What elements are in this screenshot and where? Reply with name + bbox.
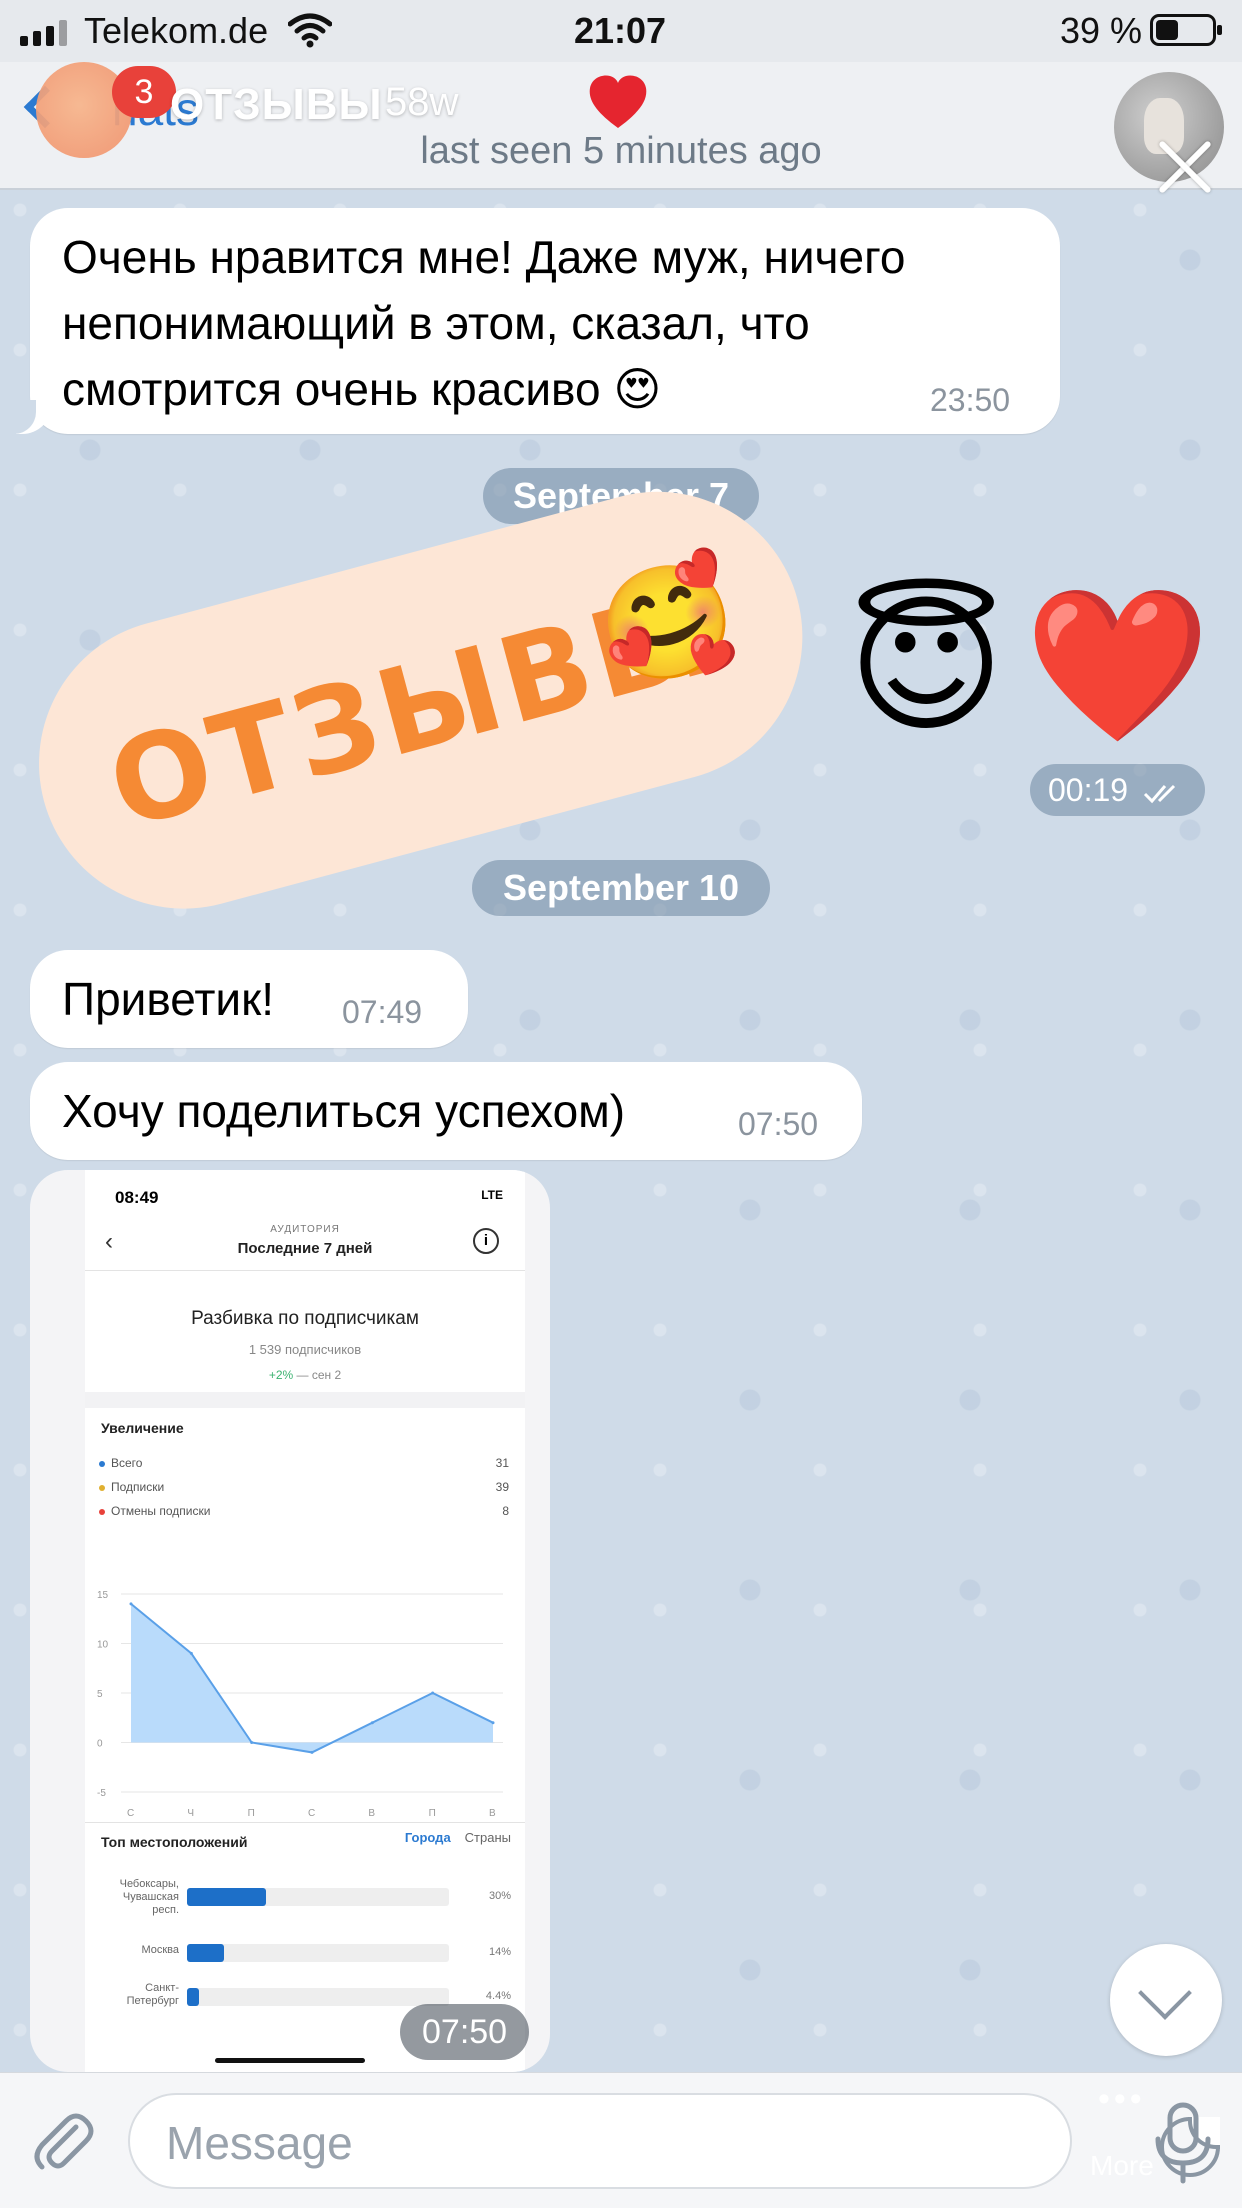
legend-row: Всего 31: [99, 1456, 509, 1470]
chart-point: [431, 1691, 435, 1695]
message-time: 23:50: [930, 382, 1011, 418]
chart-x-tick: В: [368, 1808, 375, 1819]
more-dots-icon[interactable]: •••: [1098, 2080, 1146, 2119]
growth-title: Увеличение: [101, 1420, 184, 1436]
message-time: 07:50: [738, 1106, 819, 1142]
phone-caption: АУДИТОРИЯ: [270, 1224, 340, 1235]
followers-delta: +2% — сен 2: [268, 1368, 342, 1382]
halo-emoji[interactable]: 😇: [848, 590, 1004, 740]
message-text: Приветик!: [62, 973, 274, 1025]
chart-x-tick: П: [429, 1808, 436, 1819]
scroll-down-button[interactable]: [1110, 1944, 1222, 2056]
location-row: Чебоксары, Чувашская респ. 30%: [119, 1878, 511, 1916]
wifi-icon: [287, 12, 333, 57]
chart-x-tick: П: [248, 1808, 255, 1819]
chart-y-tick: 15: [97, 1590, 109, 1601]
chart-x-tick: Ч: [187, 1808, 194, 1819]
analytics-screenshot: 08:49 LTE ‹ АУДИТОРИЯ Последние 7 дней i…: [85, 1170, 525, 2072]
locations-title: Топ местоположений: [101, 1834, 248, 1850]
message-field[interactable]: [128, 2093, 1220, 2189]
message-bubble[interactable]: Хочу поделиться успехом) 07:50: [30, 1062, 862, 1160]
chart-point: [129, 1602, 133, 1606]
locations-tabs: Города Страны: [405, 1830, 511, 1845]
home-indicator: [215, 2058, 365, 2063]
heart-emoji[interactable]: ❤️: [1024, 590, 1211, 740]
info-icon: i: [473, 1228, 499, 1254]
chart-x-tick: С: [127, 1808, 134, 1819]
message-bubble[interactable]: Очень нравится мне! Даже муж, ничего неп…: [8, 208, 1060, 434]
chat-header: hats 3 ОТЗЫВЫ 58w last seen 5 minutes ag…: [0, 62, 1242, 190]
chart-x-tick: С: [308, 1808, 315, 1819]
legend-dot: [99, 1508, 105, 1515]
chart-area: [131, 1603, 493, 1753]
location-row: Москва 14%: [99, 1938, 511, 1978]
heart-icon: [586, 72, 650, 137]
unread-badge: 3: [112, 66, 176, 118]
battery-icon: [1150, 14, 1222, 46]
phone-status-network: LTE: [481, 1188, 503, 1202]
status-time: 21:07: [574, 10, 667, 51]
chart-y-tick: 0: [97, 1739, 103, 1750]
followers-count: 1 539 подписчиков: [248, 1342, 362, 1357]
attach-icon[interactable]: [28, 2107, 98, 2177]
carrier-label: Telekom.de: [84, 10, 269, 51]
message-text: Хочу поделиться успехом): [62, 1085, 626, 1137]
chevron-down-icon: [1138, 1966, 1192, 2020]
chart-y-tick: 10: [97, 1640, 109, 1651]
chart-y-tick: -5: [97, 1788, 106, 1799]
location-bar: [187, 1888, 266, 1906]
legend-dot: [99, 1460, 105, 1467]
legend-row: Подписки 39: [99, 1480, 509, 1494]
message-time: 00:19: [1048, 772, 1129, 808]
chart-y-tick: 5: [97, 1689, 103, 1700]
message-time-pill: 00:19: [1030, 764, 1205, 816]
message-bubble[interactable]: Приветик! 07:49: [30, 950, 468, 1048]
double-check-icon: [1143, 784, 1176, 803]
message-time: 07:50: [400, 2004, 530, 2060]
more-label[interactable]: More: [1090, 2150, 1154, 2182]
microphone-icon[interactable]: [1148, 2101, 1218, 2185]
message-input-bar: [0, 2072, 1242, 2208]
legend-dot: [99, 1484, 105, 1491]
signal-icon: [20, 20, 67, 46]
location-bar: [187, 1988, 199, 2006]
close-icon[interactable]: [1150, 132, 1220, 202]
status-bar: Telekom.de 21:07 39 %: [0, 0, 1242, 62]
tab-countries: Страны: [464, 1830, 511, 1845]
story-title: ОТЗЫВЫ: [170, 80, 383, 129]
legend-row: Отмены подписки 8: [99, 1504, 509, 1518]
phone-title: Последние 7 дней: [237, 1240, 373, 1257]
growth-area-chart: 15 10 5 0 -5 С Ч П С В П В: [97, 1590, 503, 1819]
date-divider: September 10: [472, 860, 770, 916]
chart-point: [189, 1651, 193, 1655]
message-time: 07:49: [342, 994, 423, 1030]
chart-point: [310, 1750, 314, 1754]
battery-percentage: 39 %: [1060, 10, 1143, 51]
message-input[interactable]: [166, 2113, 926, 2173]
breakdown-heading: Разбивка по подписчикам: [191, 1308, 419, 1329]
last-seen-status: last seen 5 minutes ago: [420, 130, 822, 172]
phone-status-time: 08:49: [115, 1188, 159, 1207]
story-age: 58w: [385, 80, 459, 124]
chart-x-tick: В: [489, 1808, 496, 1819]
chart-point: [370, 1721, 374, 1725]
location-bar: [187, 1944, 224, 1962]
tab-cities: Города: [404, 1830, 451, 1845]
message-text: Очень нравится мне! Даже муж, ничего неп…: [62, 231, 906, 415]
chart-point: [491, 1721, 495, 1725]
image-message[interactable]: 08:49 LTE ‹ АУДИТОРИЯ Последние 7 дней i…: [30, 1170, 550, 2072]
chart-point: [250, 1741, 254, 1744]
